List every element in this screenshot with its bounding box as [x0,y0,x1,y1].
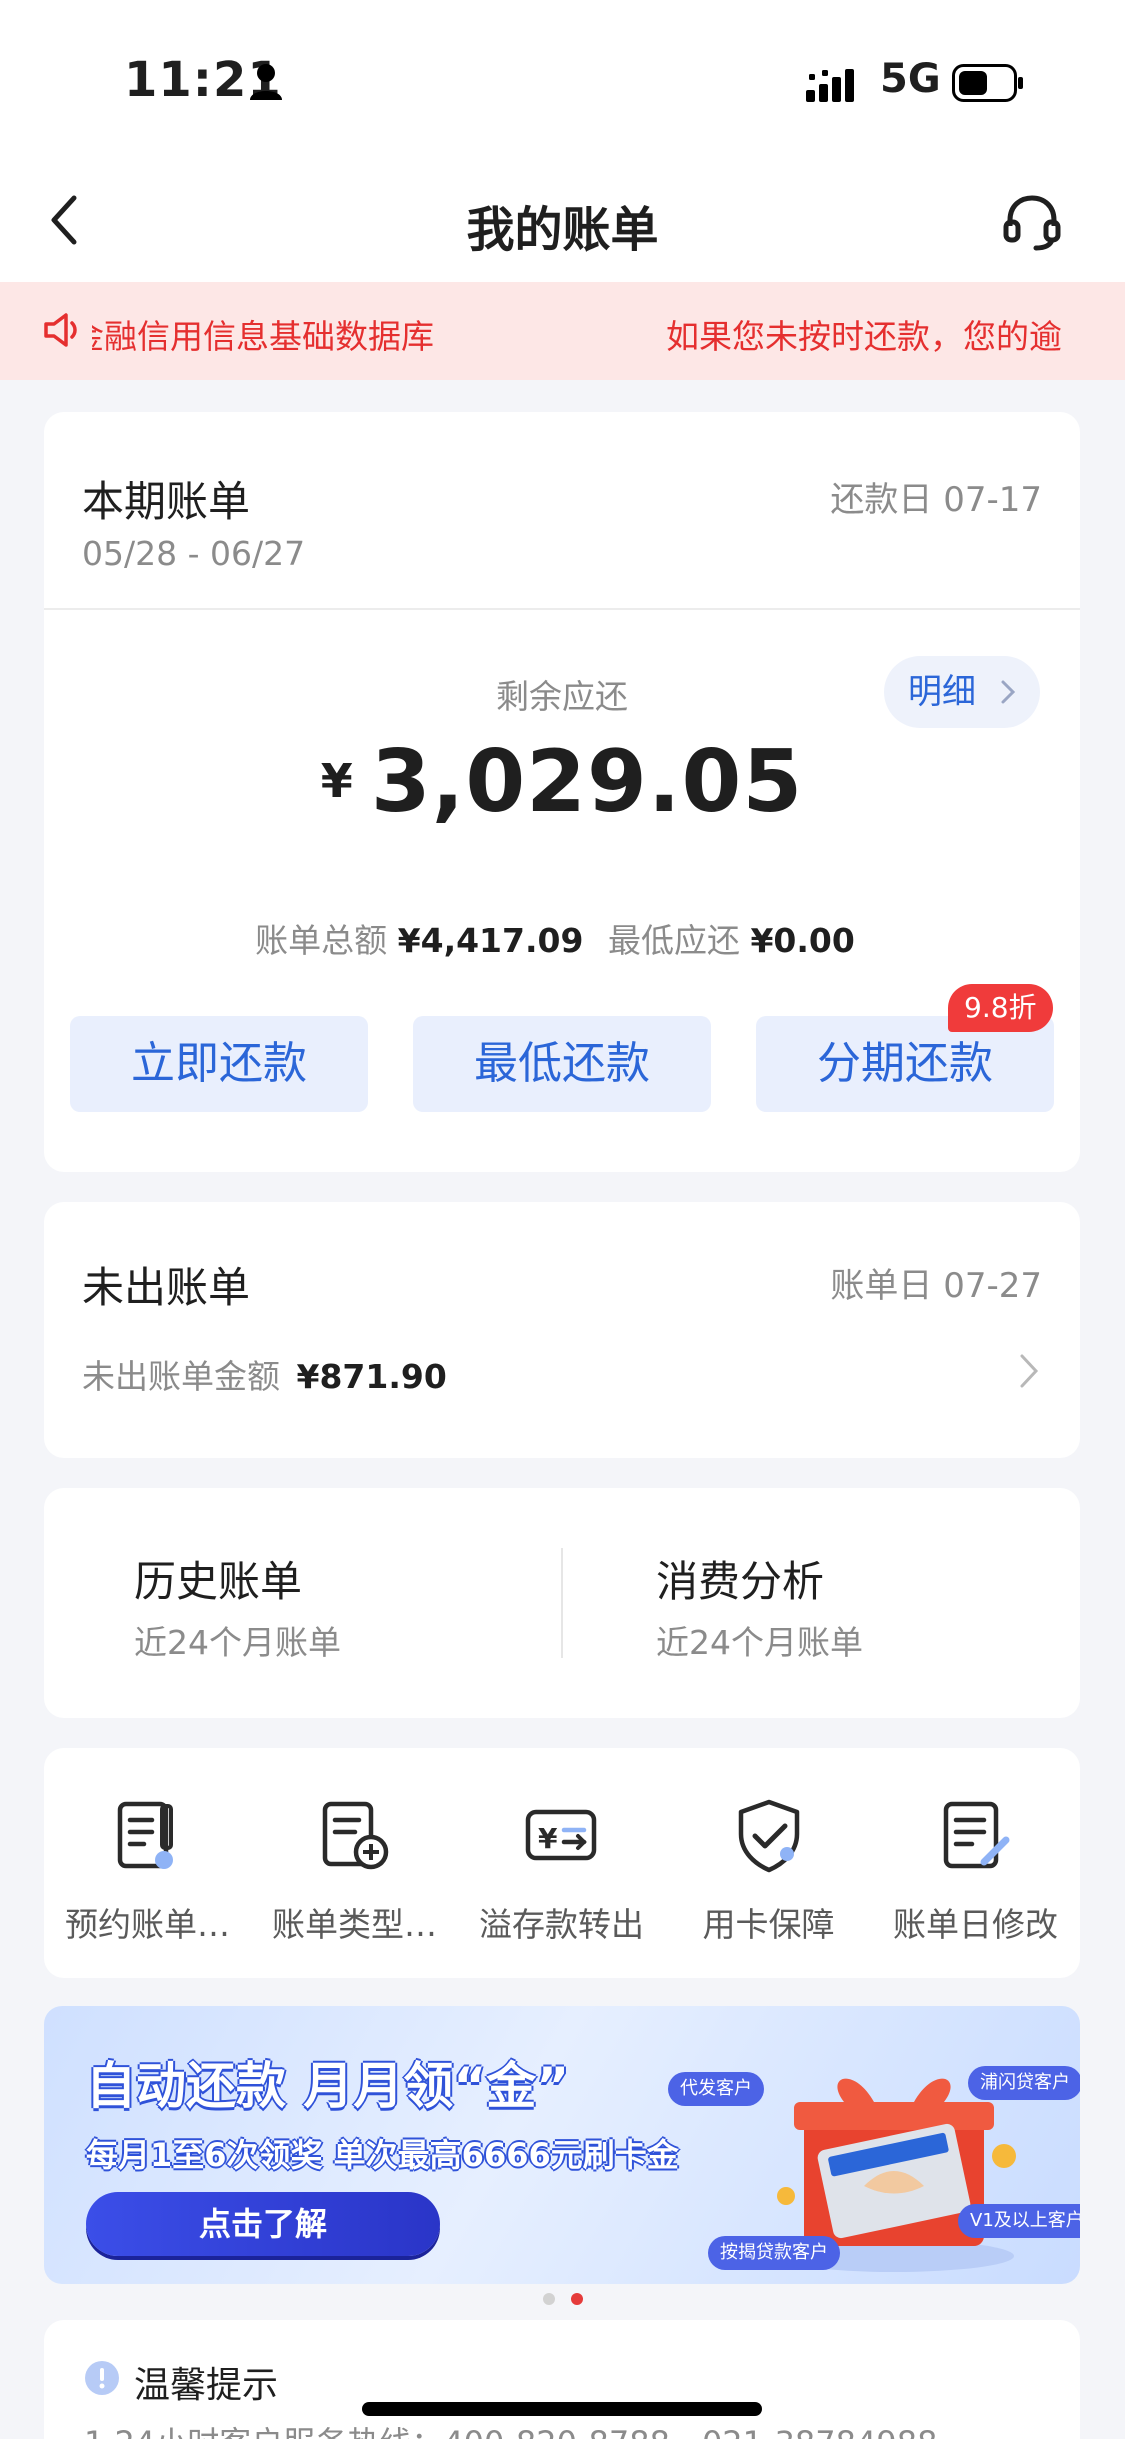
tool-label: 账单日修改 [893,1905,1058,1944]
info-icon [85,2361,119,2395]
edit-bill-date-icon [943,1801,1010,1869]
detail-label: 明细 [908,672,976,712]
tool-label: 溢存款转出 [479,1905,644,1944]
nav-bar: 我的账单 [0,160,1125,282]
unbilled-amount-label: 未出账单金额 [82,1357,280,1396]
total-label: 账单总额 [255,921,388,960]
status-bar: 11:21 5G [0,0,1125,160]
history-bills-subtitle: 近24个月账单 [134,1623,341,1662]
spending-analysis-item[interactable]: 消费分析 近24个月账单 [562,1488,1080,1718]
chevron-right-icon [1001,680,1016,704]
min-payment-label: 最低应还 [607,921,740,960]
person-icon [250,64,282,100]
notice-segment-2: 如果您未按时还款，您的逾 [666,317,1062,356]
banner-title: 自动还款 月月领“金” [86,2057,570,2115]
card-protection-icon [738,1799,800,1873]
unbilled-title: 未出账单 [82,1263,251,1312]
history-card: 历史账单 近24个月账单 消费分析 近24个月账单 [44,1488,1080,1718]
scheduled-bill-icon [117,1801,173,1869]
repayment-due-date: 还款日 07-17 [830,480,1042,520]
tool-scheduled-bill[interactable]: 预约账单… [44,1748,251,1978]
notice-segment-1: 将上报金融信用信息基础数据库 [92,317,434,356]
tool-card-protection[interactable]: 用卡保障 [665,1748,872,1978]
chevron-right-icon [1020,1354,1039,1388]
current-bill-title: 本期账单 [82,477,251,526]
home-indicator [362,2402,762,2416]
bill-period: 05/28 - 06/27 [82,534,306,573]
unbilled-amount: ¥871.90 [296,1357,447,1396]
network-type: 5G [880,56,941,102]
signal-icon [806,69,854,102]
spending-analysis-subtitle: 近24个月账单 [656,1623,863,1662]
page-title: 我的账单 [466,202,659,258]
detail-button[interactable]: 明细 [884,656,1040,728]
banner-chip: V1及以上客户 [958,2204,1080,2238]
tools-card: 预约账单… 账单类型… ¥ 溢存款转出 用卡保障 账单日修改 [44,1748,1080,1978]
spending-analysis-title: 消费分析 [656,1557,825,1606]
divider [44,608,1080,610]
history-bills-item[interactable]: 历史账单 近24个月账单 [44,1488,562,1718]
tips-title: 温馨提示 [134,2365,279,2406]
carousel-indicator [0,2290,1125,2309]
banner-subtitle: 每月1至6次领奖 单次最高6666元刷卡金 [86,2136,679,2174]
pay-now-button[interactable]: 立即还款 [70,1016,368,1112]
speaker-icon [44,313,77,347]
currency-symbol: ¥ [320,754,353,808]
min-payment-amount: ¥0.00 [750,921,855,960]
tool-overpayment-transfer[interactable]: ¥ 溢存款转出 [458,1748,665,1978]
remaining-amount-value: 3,029.05 [370,732,804,832]
current-bill-card: 本期账单 05/28 - 06/27 还款日 07-17 剩余应还 明细 ¥3,… [44,412,1080,1172]
bill-summary: 账单总额 ¥4,417.09 最低应还 ¥0.00 [44,914,1080,962]
svg-text:¥: ¥ [538,1822,558,1855]
banner-chip: 按揭贷款客户 [708,2236,840,2270]
discount-badge: 9.8折 [948,984,1053,1032]
tool-label: 预约账单… [65,1905,230,1944]
tips-card: 温馨提示 1.24小时客户服务热线：400-820-8788、021-38784… [44,2320,1080,2439]
unbilled-card[interactable]: 未出账单 账单日 07-27 未出账单金额 ¥871.90 [44,1202,1080,1458]
battery-icon [952,64,1023,102]
total-amount: ¥4,417.09 [397,921,584,960]
tool-label: 用卡保障 [702,1905,835,1944]
customer-service-icon[interactable] [1000,190,1064,254]
carousel-dot[interactable] [542,2293,555,2305]
history-bills-title: 历史账单 [134,1557,303,1606]
min-payment-button[interactable]: 最低还款 [413,1016,711,1112]
carousel-dot-active[interactable] [570,2293,583,2305]
bill-type-icon [322,1801,389,1870]
bill-date: 账单日 07-27 [830,1266,1042,1306]
learn-more-button[interactable]: 点击了解 [86,2192,440,2256]
remaining-amount: ¥3,029.05 [44,732,1080,832]
tips-hotline: 1.24小时客户服务热线：400-820-8788、021-38784988 [84,2418,937,2439]
tool-edit-bill-date[interactable]: 账单日修改 [872,1748,1079,1978]
banner-chip: 浦闪贷客户 [968,2066,1080,2100]
unbilled-amount-row: 未出账单金额 ¥871.90 [82,1350,447,1398]
banner-chip: 代发客户 [668,2072,764,2106]
tool-bill-type[interactable]: 账单类型… [251,1748,458,1978]
auto-repay-promo-banner[interactable]: 自动还款 月月领“金” 每月1至6次领奖 单次最高6666元刷卡金 点击了解 代… [44,2006,1080,2284]
risk-notice-bar[interactable]: 将上报金融信用信息基础数据库 如果您未按时还款，您的逾 [0,282,1125,380]
overpayment-transfer-icon: ¥ [525,1809,597,1861]
tool-label: 账单类型… [272,1905,437,1944]
